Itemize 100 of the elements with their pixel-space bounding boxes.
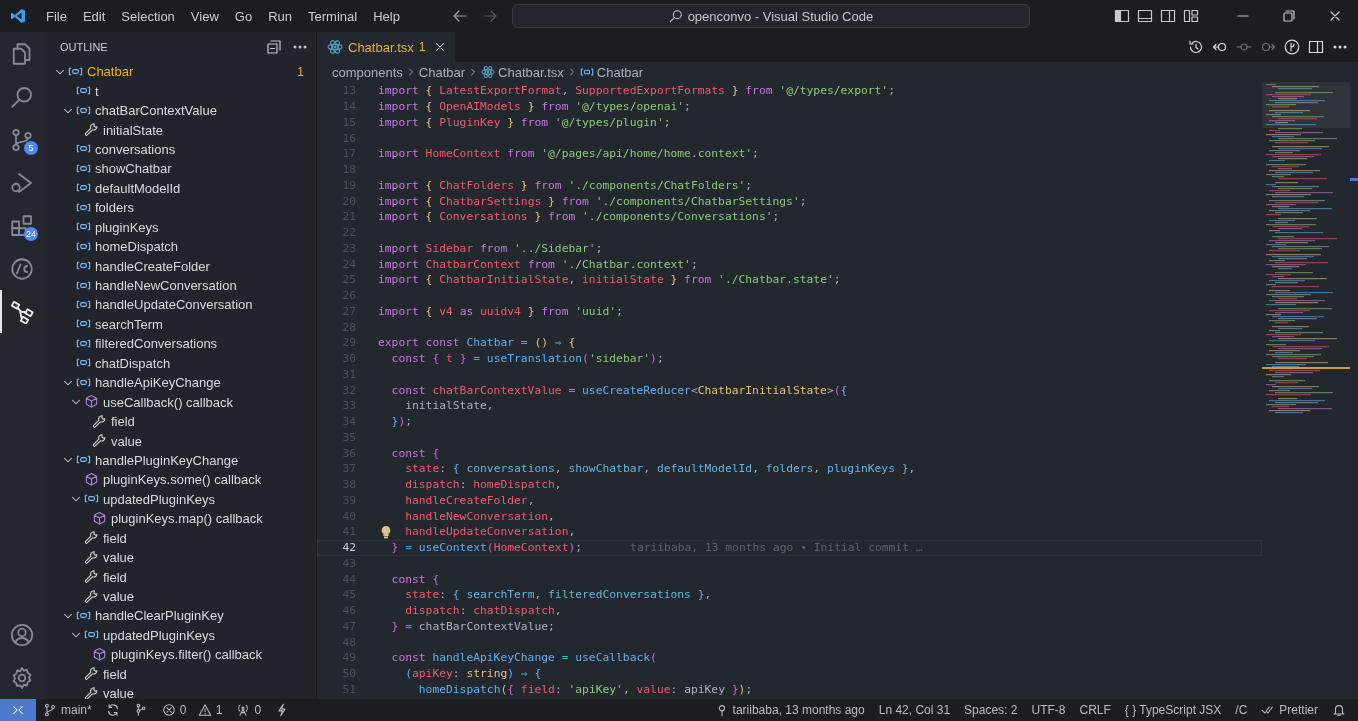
- code-line: import { PluginKey } from '@/types/plugin';: [378, 115, 671, 129]
- breadcrumb[interactable]: Chatbar: [418, 64, 466, 80]
- outline-item[interactable]: Chatbar: [87, 64, 134, 80]
- code-line: dispatch: chatDispatch,: [405, 604, 562, 618]
- outline-item[interactable]: searchTerm: [95, 316, 163, 332]
- outline-item[interactable]: filteredConversations: [95, 336, 218, 352]
- prettier-status[interactable]: Prettier: [1279, 703, 1318, 717]
- lightbulb-icon[interactable]: [380, 525, 392, 539]
- cube-icon: [84, 394, 100, 411]
- code-line: import ChatbarContext from './Chatbar.context';: [378, 257, 698, 271]
- outline-item[interactable]: pluginKeys.filter() callback: [111, 647, 262, 663]
- count-badge: 5: [24, 141, 38, 155]
- code-line: import { Conversations } from './components/Conversations';: [378, 210, 780, 224]
- outline-item[interactable]: updatedPluginKeys: [103, 491, 216, 507]
- double-check-icon[interactable]: [1261, 703, 1276, 717]
- outline-item[interactable]: chatDispatch: [95, 355, 171, 371]
- outline-item[interactable]: field: [103, 530, 127, 546]
- outline-item[interactable]: pluginKeys.map() callback: [111, 511, 263, 527]
- sync-icon[interactable]: [105, 703, 120, 717]
- forward-arrow-icon[interactable]: [481, 8, 498, 24]
- split-editor-icon[interactable]: [1308, 39, 1324, 55]
- command-center[interactable]: openconvo - Visual Studio Code: [511, 4, 1030, 28]
- outline-item[interactable]: homeDispatch: [95, 239, 179, 255]
- ports-count[interactable]: 0: [254, 703, 262, 717]
- error-count[interactable]: 0: [179, 703, 187, 717]
- menu-item[interactable]: Selection: [113, 5, 183, 27]
- menu-item[interactable]: Run: [260, 5, 300, 27]
- warning-icon[interactable]: [197, 703, 212, 717]
- outline-item[interactable]: value: [103, 686, 135, 702]
- remote-icon: [11, 703, 25, 717]
- blame-status[interactable]: tariibaba, 13 months ago: [732, 703, 865, 717]
- count-badge: 24: [24, 227, 38, 241]
- outline-item[interactable]: handleNewConversation: [95, 278, 237, 294]
- collapse-all-icon[interactable]: [266, 39, 282, 55]
- code-line: import { ChatbarSettings } from './components/ChatbarSettings';: [378, 194, 807, 208]
- status-item[interactable]: Ln 42, Col 31: [878, 703, 951, 717]
- outline-item[interactable]: value: [111, 433, 143, 449]
- code-line: handleUpdateConversation,: [405, 525, 576, 539]
- code-line: const handleApiKeyChange = useCallback(: [391, 651, 657, 665]
- history-icon[interactable]: [1188, 39, 1204, 55]
- wrench-icon: [84, 666, 100, 683]
- outline-item[interactable]: chatBarContextValue: [95, 103, 217, 119]
- editor-tab[interactable]: Chatbar.tsx 1: [317, 32, 456, 62]
- outline-item[interactable]: pluginKeys: [95, 219, 159, 235]
- wrench-icon: [92, 413, 108, 430]
- wrench-icon: [84, 549, 100, 566]
- antenna-icon[interactable]: [236, 703, 251, 717]
- branch-name[interactable]: main*: [61, 703, 92, 717]
- source-control-icon: [10, 127, 34, 152]
- code-line: import { ChatbarInitialState, initialState } from './Chatbar.state';: [378, 273, 841, 287]
- menu-item[interactable]: View: [182, 5, 227, 27]
- breadcrumb[interactable]: Chatbar.tsx: [498, 64, 564, 80]
- cube-icon: [92, 646, 108, 663]
- outline-item[interactable]: field: [103, 666, 127, 682]
- menu-item[interactable]: Go: [226, 5, 261, 27]
- code-line: initialState,: [405, 399, 494, 413]
- warning-count[interactable]: 1: [215, 703, 223, 717]
- status-item[interactable]: /C: [1235, 703, 1248, 717]
- outline-item[interactable]: value: [103, 550, 135, 566]
- account-icon: [10, 622, 34, 647]
- wrench-icon: [84, 122, 100, 139]
- outline-item[interactable]: field: [103, 569, 127, 585]
- status-item[interactable]: CRLF: [1079, 703, 1111, 717]
- outline-item[interactable]: folders: [95, 200, 135, 216]
- status-item[interactable]: UTF-8: [1031, 703, 1066, 717]
- graph-icon[interactable]: [133, 703, 148, 717]
- outline-item[interactable]: conversations: [95, 141, 176, 157]
- code-line: export const Chatbar = () ⇒ {: [378, 336, 576, 350]
- error-icon[interactable]: [161, 703, 176, 717]
- outline-item[interactable]: handleCreateFolder: [95, 258, 210, 274]
- outline-item[interactable]: pluginKeys.some() callback: [103, 472, 262, 488]
- outline-item[interactable]: field: [111, 414, 135, 430]
- outline-item[interactable]: handleUpdateConversation: [95, 297, 253, 313]
- tab-label: Chatbar.tsx: [348, 39, 414, 55]
- breadcrumb[interactable]: Chatbar: [596, 64, 644, 80]
- outline-item[interactable]: updatedPluginKeys: [103, 627, 216, 643]
- menu-item[interactable]: Terminal: [300, 5, 366, 27]
- breadcrumb[interactable]: components: [332, 64, 403, 80]
- back-arrow-icon[interactable]: [451, 8, 468, 24]
- outline-item[interactable]: handlePluginKeyChange: [95, 452, 239, 468]
- wrench-icon: [84, 588, 100, 605]
- branch-icon[interactable]: [43, 703, 57, 717]
- code-line: import { v4 as uuidv4 } from 'uuid';: [378, 304, 623, 318]
- outline-item[interactable]: handleClearPluginKey: [95, 608, 224, 624]
- outline-item[interactable]: showChatbar: [95, 161, 172, 177]
- wrench-icon: [84, 530, 100, 547]
- outline-item[interactable]: handleApiKeyChange: [95, 375, 221, 391]
- menu-item[interactable]: Help: [365, 5, 408, 27]
- menu-item[interactable]: Edit: [74, 5, 114, 27]
- code-line: });: [391, 415, 413, 429]
- outline-item[interactable]: initialState: [103, 122, 163, 138]
- outline-item[interactable]: useCallback() callback: [103, 394, 234, 410]
- status-item[interactable]: Spaces: 2: [964, 703, 1018, 717]
- panel-title: OUTLINE: [60, 41, 108, 53]
- outline-item[interactable]: defaultModelId: [95, 180, 181, 196]
- code-line: const { t } = useTranslation('sidebar');: [391, 352, 664, 366]
- outline-item[interactable]: value: [103, 589, 135, 605]
- status-item[interactable]: { } TypeScript JSX: [1124, 703, 1222, 717]
- outline-item[interactable]: t: [95, 83, 99, 99]
- menu-item[interactable]: File: [38, 5, 75, 27]
